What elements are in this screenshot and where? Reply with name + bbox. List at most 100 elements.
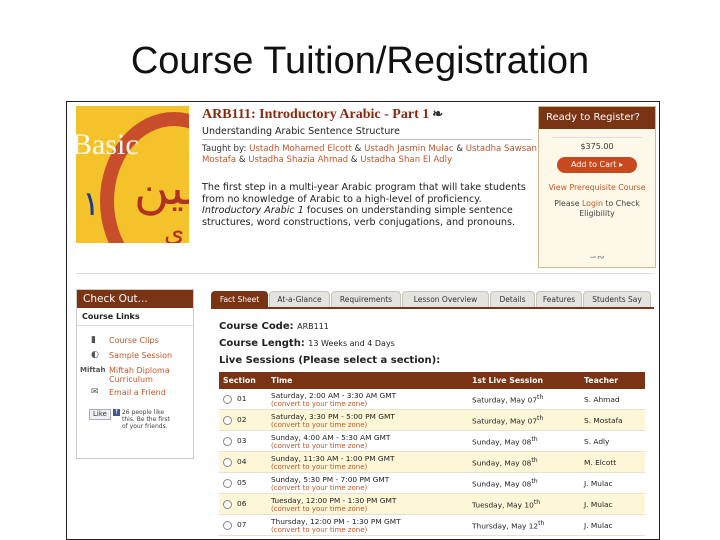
course-clips-link[interactable]: ▮ Course Clips [77, 336, 193, 351]
email-friend-link[interactable]: ✉ Email a Friend [77, 388, 193, 403]
date-suffix: th [537, 393, 544, 401]
section-number: 02 [237, 415, 247, 425]
convert-timezone-link[interactable]: (convert to your time zone) [271, 505, 464, 513]
session-time: Tuesday, 12:00 PM - 1:30 PM GMT [271, 495, 397, 505]
description-emphasis: Introductory Arabic 1 [202, 205, 304, 217]
tab-fact-sheet[interactable]: Fact Sheet [211, 291, 268, 307]
tab-lesson-overview[interactable]: Lesson Overview [402, 291, 489, 307]
first-session-date: Sunday, May 08 [472, 458, 532, 468]
course-price: $375.00 [552, 137, 642, 151]
table-row[interactable]: 05 Sunday, 5:30 PM - 7:00 PM GMT (convert… [219, 472, 645, 494]
course-subtitle: Understanding Arabic Sentence Structure [202, 126, 400, 137]
sample-session-link[interactable]: ◐ Sample Session [77, 351, 193, 366]
section-radio[interactable] [223, 436, 232, 446]
course-code-value: ARB111 [297, 322, 329, 331]
first-session-cell: Tuesday, May 10th [468, 493, 580, 515]
course-page-screenshot: Basic عين ١ ي ARB111: Introductory Arabi… [66, 101, 660, 540]
miftah-logo-icon: Miftah [80, 366, 106, 374]
convert-timezone-link[interactable]: (convert to your time zone) [271, 421, 464, 429]
instructor-link[interactable]: Ustadh Jasmin Mulac [364, 144, 454, 154]
separator: & [456, 144, 464, 154]
slide-title: Course Tuition/Registration [130, 40, 590, 82]
add-to-cart-button[interactable]: Add to Cart ▸ [557, 157, 637, 173]
section-radio[interactable] [223, 457, 232, 467]
time-cell: Sunday, 5:30 PM - 7:00 PM GMT (convert to… [267, 472, 468, 494]
session-time: Sunday, 5:30 PM - 7:00 PM GMT [271, 474, 390, 484]
description-text: The first step in a multi-year Arabic pr… [202, 182, 526, 205]
checkout-heading: Check Out... [77, 290, 193, 308]
course-links-heading: Course Links [77, 308, 193, 326]
table-row[interactable]: 03 Sunday, 4:00 AM - 5:30 AM GMT (convert… [219, 430, 645, 452]
session-time: Thursday, 12:00 PM - 1:30 PM GMT [271, 516, 401, 526]
convert-timezone-link[interactable]: (convert to your time zone) [271, 484, 464, 492]
section-number: 07 [237, 520, 247, 530]
section-radio[interactable] [223, 478, 232, 488]
tab-details[interactable]: Details [490, 291, 535, 307]
session-time: Saturday, 2:00 AM - 3:30 AM GMT [271, 390, 397, 400]
checkout-sidebar: Check Out... Course Links ▮ Course Clips … [76, 289, 194, 459]
divider [76, 273, 654, 274]
first-session-date: Thursday, May 12 [472, 521, 539, 531]
like-button[interactable]: Like [89, 409, 111, 420]
section-radio[interactable] [223, 415, 232, 425]
teacher-cell: J. Mulac [580, 493, 645, 515]
section-number: 04 [237, 457, 247, 467]
tab-requirements[interactable]: Requirements [331, 291, 401, 307]
first-session-cell: Sunday, May 08th [468, 472, 580, 494]
date-suffix: th [533, 498, 541, 506]
link-label: Course Clips [109, 336, 159, 345]
teacher-cell: J. Mulac [580, 514, 645, 536]
section-cell: 02 [219, 409, 267, 431]
ornament-icon: ❧ [432, 106, 444, 121]
section-cell: 06 [219, 493, 267, 515]
instructor-link[interactable]: Ustadha Shan El Adly [360, 155, 452, 165]
table-row[interactable]: 04 Sunday, 11:30 AM - 1:00 PM GMT (conver… [219, 451, 645, 473]
instructor-link[interactable]: Ustadh Mohamed Elcott [249, 144, 352, 154]
tab-features[interactable]: Features [536, 291, 582, 307]
course-length-label: Course Length: [219, 338, 305, 349]
convert-timezone-link[interactable]: (convert to your time zone) [271, 400, 464, 408]
cover-word: Basic [76, 128, 139, 161]
login-link[interactable]: Login [582, 199, 603, 208]
column-header: Section [219, 372, 267, 389]
time-cell: Sunday, 11:30 AM - 1:00 PM GMT (convert t… [267, 451, 468, 473]
convert-timezone-link[interactable]: (convert to your time zone) [271, 463, 464, 471]
course-description: The first step in a multi-year Arabic pr… [202, 182, 537, 228]
section-radio[interactable] [223, 394, 232, 404]
date-suffix: th [538, 519, 545, 527]
separator: & [238, 155, 246, 165]
course-tabs: Fact Sheet At-a-Glance Requirements Less… [211, 291, 654, 309]
table-row[interactable]: 07 Thursday, 12:00 PM - 1:30 PM GMT (conv… [219, 514, 645, 536]
login-text: Please [554, 199, 582, 208]
tab-students-say[interactable]: Students Say [583, 291, 651, 307]
first-session-date: Saturday, May 07 [472, 416, 538, 426]
course-title-text: ARB111: Introductory Arabic - Part 1 [202, 107, 430, 122]
cover-arabic-letters: عين [134, 160, 189, 216]
miftah-curriculum-link[interactable]: Miftah Miftah Diploma Curriculum [77, 366, 193, 388]
table-row[interactable]: 01 Saturday, 2:00 AM - 3:30 AM GMT (conve… [219, 389, 645, 410]
course-code: Course Code: ARB111 [219, 321, 329, 332]
section-cell: 03 [219, 430, 267, 452]
separator: & [350, 155, 358, 165]
course-length-value: 13 Weeks and 4 Days [308, 339, 395, 348]
link-label: Sample Session [109, 351, 173, 360]
time-cell: Saturday, 3:30 PM - 5:00 PM GMT (convert … [267, 409, 468, 431]
tab-at-a-glance[interactable]: At-a-Glance [269, 291, 330, 307]
link-label: Miftah Diploma Curriculum [109, 366, 170, 384]
section-radio[interactable] [223, 520, 232, 530]
session-time: Sunday, 11:30 AM - 1:00 PM GMT [271, 453, 395, 463]
section-number: 01 [237, 394, 247, 404]
table-row[interactable]: 06 Tuesday, 12:00 PM - 1:30 PM GMT (conve… [219, 493, 645, 515]
teacher-cell: M. Elcott [580, 451, 645, 473]
section-radio[interactable] [223, 499, 232, 509]
instructor-link[interactable]: Ustadha Shazia Ahmad [248, 155, 348, 165]
teacher-cell: J. Mulac [580, 472, 645, 494]
table-row[interactable]: 02 Saturday, 3:30 PM - 5:00 PM GMT (conve… [219, 409, 645, 431]
convert-timezone-link[interactable]: (convert to your time zone) [271, 442, 464, 450]
view-prerequisite-link[interactable]: View Prerequisite Course [539, 183, 655, 193]
like-count-text: 26 people like this. Be the first of you… [121, 409, 170, 430]
login-eligibility: Please Login to Check Eligibility [539, 199, 655, 219]
first-session-cell: Sunday, May 08th [468, 430, 580, 452]
course-length: Course Length: 13 Weeks and 4 Days [219, 338, 395, 349]
convert-timezone-link[interactable]: (convert to your time zone) [271, 526, 464, 534]
